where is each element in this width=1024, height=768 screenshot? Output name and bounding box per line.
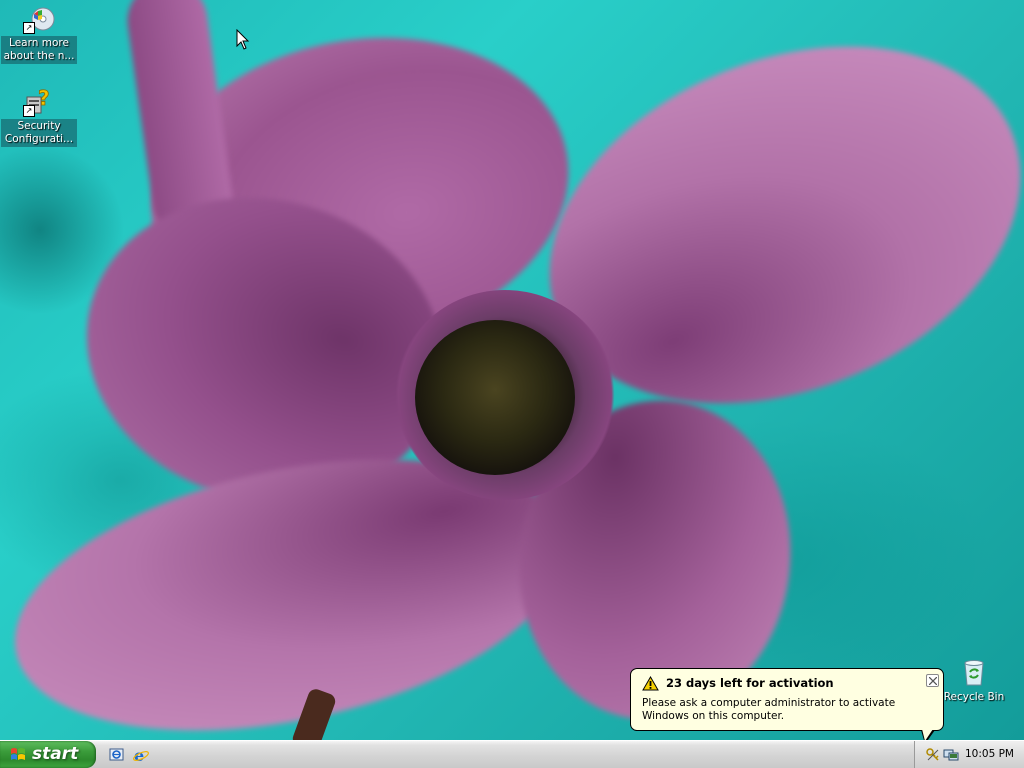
desktop-icon-learn-more[interactable]: ↗ Learn more about the n... [1, 2, 77, 64]
shortcut-arrow-icon: ↗ [23, 22, 35, 34]
wallpaper-flower-eye [415, 320, 575, 475]
windows-explorer-icon[interactable] [108, 746, 126, 764]
close-icon [929, 677, 937, 685]
system-tray: 10:05 PM [914, 741, 1024, 768]
balloon-message: Please ask a computer administrator to a… [642, 697, 896, 722]
internet-explorer-icon[interactable]: e [132, 746, 150, 765]
desktop-icon-recycle-bin[interactable]: Recycle Bin [936, 656, 1012, 705]
svg-text:?: ? [38, 86, 50, 110]
shortcut-arrow-icon: ↗ [23, 105, 35, 117]
warning-icon [642, 675, 659, 694]
desktop-icon-label: Recycle Bin [943, 691, 1005, 703]
recycle-bin-icon [958, 656, 990, 688]
mouse-cursor-icon [236, 28, 250, 54]
desktop-icon-label: Learn more about the n... [1, 36, 77, 64]
clock[interactable]: 10:05 PM [965, 748, 1014, 760]
help-question-icon: ? ↗ [23, 85, 55, 117]
balloon-title: 23 days left for activation [666, 676, 834, 690]
windows-logo-icon [10, 747, 26, 763]
activation-keys-icon[interactable] [925, 747, 941, 763]
desktop-icon-security-configuration[interactable]: ? ↗ Security Configurati... [1, 85, 77, 147]
start-label: start [32, 744, 79, 764]
network-icon[interactable] [943, 747, 959, 763]
activation-balloon[interactable]: 23 days left for activation Please ask a… [630, 668, 944, 731]
svg-text:e: e [134, 746, 144, 764]
desktop-icon-label: Security Configurati... [1, 119, 77, 147]
balloon-close-button[interactable] [926, 674, 939, 687]
start-button[interactable]: start [0, 741, 96, 768]
taskbar: start e 10:05 PM [0, 740, 1024, 768]
desktop-wallpaper [0, 0, 1024, 740]
windows-cd-icon: ↗ [23, 2, 55, 34]
